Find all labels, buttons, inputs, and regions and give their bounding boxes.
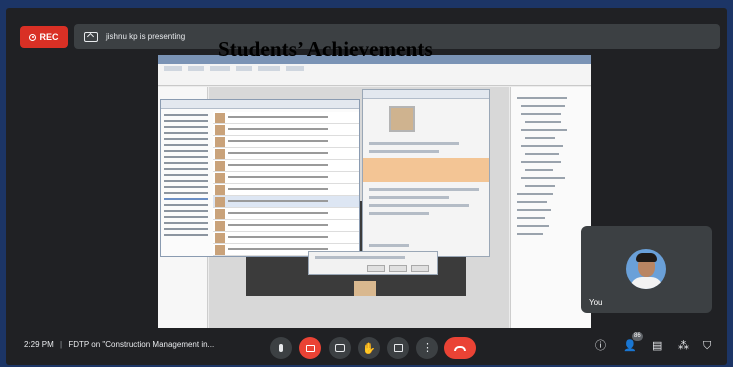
captions-icon [335, 344, 345, 352]
shield-icon[interactable]: ⛉ [703, 341, 711, 352]
separator: | [60, 340, 63, 349]
wall-section [354, 281, 376, 296]
info-icon[interactable]: ⓘ [595, 341, 606, 352]
self-video-tile[interactable]: You [581, 226, 712, 313]
meet-window: REC jishnu kp is presenting Students’ Ac… [6, 8, 727, 365]
end-call-button[interactable] [444, 337, 476, 359]
people-icon[interactable]: 👤 [623, 341, 637, 352]
shared-screen [158, 55, 591, 328]
shared-app-ribbon [158, 64, 591, 86]
shared-app-properties-panel [510, 87, 591, 328]
presenting-text: jishnu kp is presenting [106, 32, 186, 41]
end-call-icon [454, 345, 466, 351]
material-browser-dialog [160, 99, 360, 257]
more-options-icon: ⋮ [422, 342, 433, 354]
rec-label: REC [39, 32, 59, 42]
activities-icon[interactable]: ⁂ [678, 341, 689, 352]
material-editor-dialog [362, 89, 490, 257]
present-now-icon [393, 344, 403, 352]
rec-badge[interactable]: REC [20, 26, 68, 48]
meeting-details-text: 2:29 PM | FDTP on "Construction Manageme… [24, 340, 214, 349]
overlay-title: Students’ Achievements [218, 37, 433, 61]
captions-button[interactable] [329, 337, 351, 359]
present-screen-icon [84, 31, 98, 42]
more-options-button[interactable]: ⋮ [416, 337, 438, 359]
confirm-dialog [308, 251, 438, 275]
mic-button[interactable] [270, 337, 292, 359]
microphone-icon [279, 344, 283, 352]
avatar [626, 249, 666, 289]
meeting-name: FDTP on "Construction Management in... [68, 340, 215, 349]
raise-hand-icon: ✋ [362, 342, 376, 355]
camera-button[interactable] [299, 337, 321, 359]
present-now-button[interactable] [387, 337, 409, 359]
chat-icon[interactable]: ▤ [652, 341, 662, 352]
clock-time: 2:29 PM [24, 340, 54, 349]
meet-toolbar: 2:29 PM | FDTP on "Construction Manageme… [6, 326, 727, 365]
material-preview [389, 106, 415, 132]
self-tile-label: You [589, 298, 603, 307]
raise-hand-button[interactable]: ✋ [358, 337, 380, 359]
record-icon [29, 33, 37, 41]
camera-off-icon [305, 344, 315, 352]
